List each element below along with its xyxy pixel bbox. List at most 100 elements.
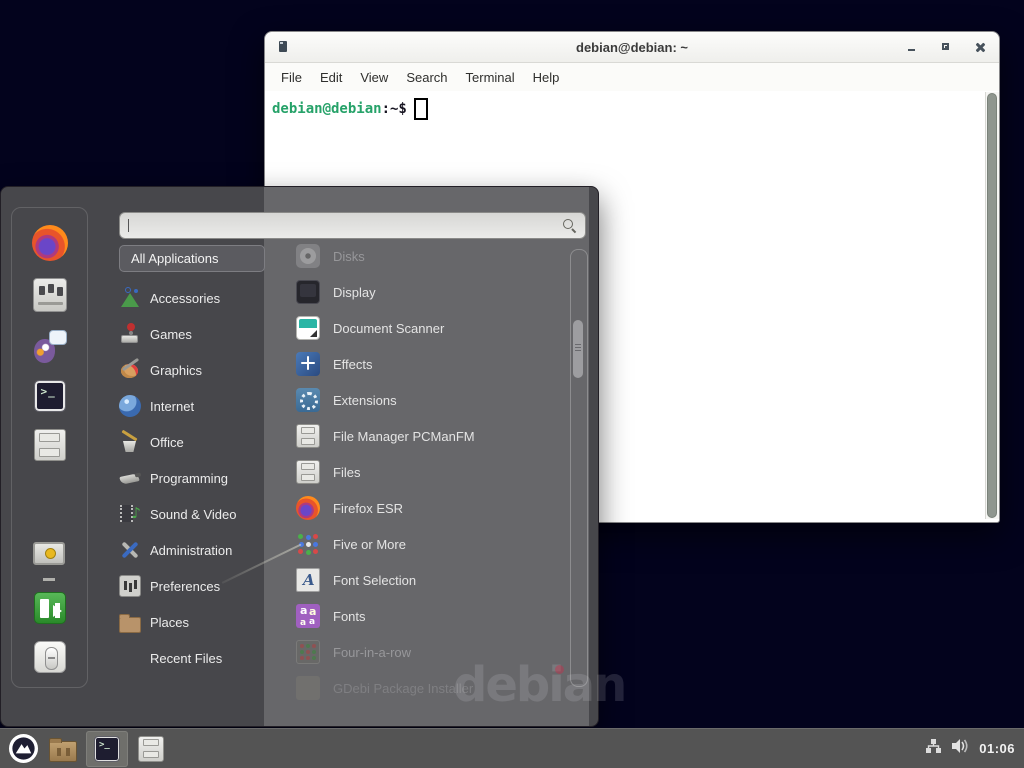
app-display[interactable]: Display	[264, 274, 570, 310]
app-firefox-esr[interactable]: Firefox ESR	[264, 490, 570, 526]
terminal-app-icon	[279, 41, 287, 52]
terminal-titlebar[interactable]: debian@debian: ~	[265, 32, 999, 63]
app-label: Five or More	[333, 537, 406, 552]
log-out-icon[interactable]	[34, 592, 66, 624]
debian-watermark-dot	[555, 665, 564, 674]
category-office[interactable]: Office	[119, 424, 265, 460]
administration-icon	[119, 539, 141, 561]
category-internet[interactable]: Internet	[119, 388, 265, 424]
file-cabinet-icon	[296, 460, 320, 484]
lock-screen-icon[interactable]	[32, 539, 68, 575]
menu-search-input[interactable]	[129, 212, 562, 239]
category-label: Programming	[150, 471, 228, 486]
menu-button[interactable]	[5, 731, 41, 767]
control-center-icon[interactable]	[33, 278, 67, 312]
effects-icon	[296, 352, 320, 376]
font-selection-icon	[296, 568, 320, 592]
app-gdebi-package-installer[interactable]: GDebi Package Installer	[264, 670, 570, 706]
taskbar-clock[interactable]: 01:06	[979, 741, 1015, 756]
extensions-icon	[296, 388, 320, 412]
close-icon[interactable]	[973, 40, 987, 54]
terminal-menu-help[interactable]: Help	[524, 66, 569, 89]
category-label: Administration	[150, 543, 232, 558]
programming-icon	[119, 467, 141, 489]
category-games[interactable]: Games	[119, 316, 265, 352]
app-disks[interactable]: Disks	[264, 238, 570, 274]
favorites-panel	[11, 207, 88, 688]
menu-scrollbar-thumb[interactable]	[573, 320, 583, 378]
app-label: Disks	[333, 249, 365, 264]
graphics-icon	[119, 359, 141, 381]
category-all-applications[interactable]: All Applications	[119, 245, 265, 272]
file-cabinet-icon	[138, 736, 164, 762]
terminal-taskbar-button[interactable]	[86, 731, 128, 767]
window-controls	[905, 32, 987, 62]
places-icon	[119, 617, 141, 633]
terminal-menubar: File Edit View Search Terminal Help	[265, 63, 999, 91]
category-label: Graphics	[150, 363, 202, 378]
terminal-menu-view[interactable]: View	[351, 66, 397, 89]
app-font-selection[interactable]: Font Selection	[264, 562, 570, 598]
app-file-manager-pcmanfm[interactable]: File Manager PCManFM	[264, 418, 570, 454]
category-label: Accessories	[150, 291, 220, 306]
taskbar: 01:06	[0, 728, 1024, 768]
volume-icon[interactable]	[951, 738, 970, 759]
terminal-icon[interactable]	[34, 380, 66, 412]
folder-icon	[49, 741, 77, 762]
games-icon	[119, 323, 141, 345]
app-effects[interactable]: Effects	[264, 346, 570, 382]
category-recent-files[interactable]: Recent Files	[119, 640, 265, 676]
blank-icon	[119, 647, 141, 669]
system-tray: 01:06	[925, 738, 1024, 759]
menu-scrollbar[interactable]	[570, 249, 588, 687]
taskbar-left	[0, 729, 173, 768]
category-label: Internet	[150, 399, 194, 414]
terminal-menu-file[interactable]: File	[272, 66, 311, 89]
office-icon	[119, 431, 141, 453]
prompt-user: debian@debian	[272, 101, 382, 117]
shut-down-icon[interactable]	[34, 641, 66, 673]
app-fonts[interactable]: Fonts	[264, 598, 570, 634]
search-icon	[562, 218, 577, 233]
network-icon[interactable]	[925, 738, 942, 759]
firefox-icon[interactable]	[32, 225, 68, 261]
app-four-in-a-row[interactable]: Four-in-a-row	[264, 634, 570, 670]
app-label: Fonts	[333, 609, 366, 624]
category-places[interactable]: Places	[119, 604, 265, 640]
category-sound-video[interactable]: Sound & Video	[119, 496, 265, 532]
terminal-scrollbar[interactable]	[985, 92, 999, 519]
desktop-folder-button[interactable]	[42, 731, 84, 767]
app-label: Display	[333, 285, 376, 300]
accessories-icon	[119, 287, 141, 309]
terminal-menu-search[interactable]: Search	[397, 66, 456, 89]
terminal-scrollbar-thumb[interactable]	[987, 93, 997, 518]
app-extensions[interactable]: Extensions	[264, 382, 570, 418]
internet-icon	[119, 395, 141, 417]
category-programming[interactable]: Programming	[119, 460, 265, 496]
app-label: Extensions	[333, 393, 397, 408]
terminal-icon	[94, 736, 120, 762]
pidgin-icon[interactable]	[33, 329, 67, 363]
category-administration[interactable]: Administration	[119, 532, 265, 568]
maximize-icon[interactable]	[939, 40, 953, 54]
file-cabinet-icon	[296, 424, 320, 448]
app-document-scanner[interactable]: Document Scanner	[264, 310, 570, 346]
app-five-or-more[interactable]: Five or More	[264, 526, 570, 562]
app-files[interactable]: Files	[264, 454, 570, 490]
terminal-menu-terminal[interactable]: Terminal	[457, 66, 524, 89]
category-label: Office	[150, 435, 184, 450]
files-taskbar-button[interactable]	[130, 731, 172, 767]
category-label: Places	[150, 615, 189, 630]
disks-icon	[296, 244, 320, 268]
app-label: Font Selection	[333, 573, 416, 588]
category-accessories[interactable]: Accessories	[119, 280, 265, 316]
document-scanner-icon	[296, 316, 320, 340]
app-label: GDebi Package Installer	[333, 681, 473, 696]
category-label: Recent Files	[150, 651, 222, 666]
minimize-icon[interactable]	[905, 40, 919, 54]
preferences-icon	[119, 575, 141, 597]
terminal-menu-edit[interactable]: Edit	[311, 66, 351, 89]
file-manager-icon[interactable]	[34, 429, 66, 461]
category-graphics[interactable]: Graphics	[119, 352, 265, 388]
category-list: All Applications Accessories Games Graph…	[119, 245, 265, 676]
